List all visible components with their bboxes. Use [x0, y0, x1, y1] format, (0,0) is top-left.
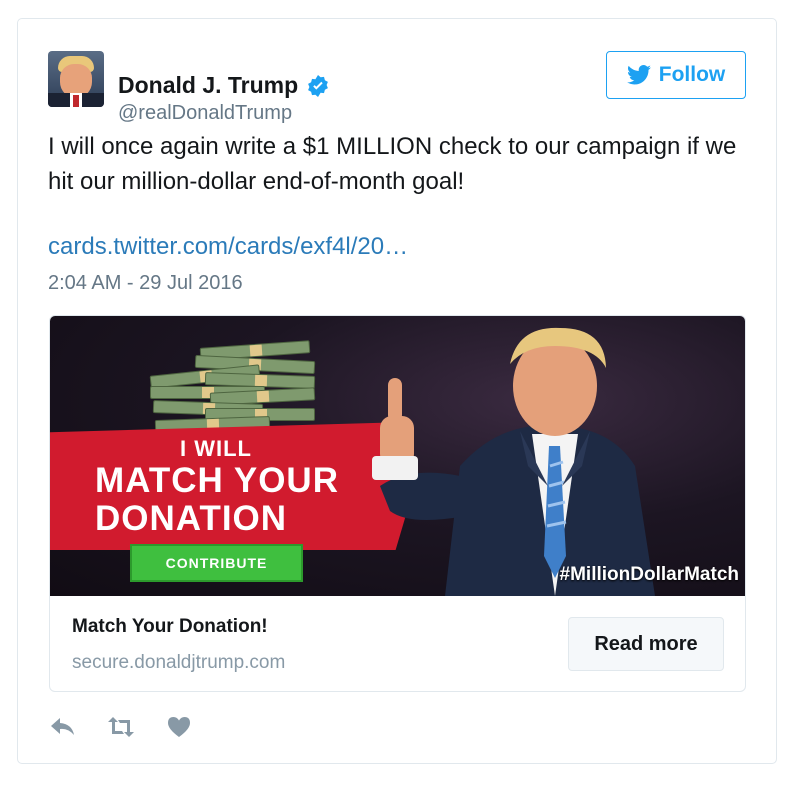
retweet-icon [108, 717, 134, 737]
read-more-button[interactable]: Read more [568, 617, 724, 671]
contribute-button[interactable]: CONTRIBUTE [130, 544, 303, 582]
hashtag-text: #MillionDollarMatch [559, 564, 739, 585]
reply-button[interactable] [48, 712, 78, 742]
twitter-bird-icon [626, 65, 651, 85]
banner-line-1: I WILL [180, 436, 252, 461]
verified-badge-icon [306, 74, 330, 98]
banner-line-2: MATCH YOUR [95, 461, 339, 500]
follow-label: Follow [658, 63, 726, 86]
reply-icon [51, 718, 74, 735]
tweet-actions [48, 712, 222, 742]
like-button[interactable] [164, 712, 194, 742]
avatar-tie [73, 95, 79, 107]
money-stack-icon [145, 338, 320, 438]
author-row: Donald J. Trump [118, 72, 330, 99]
retweet-button[interactable] [106, 712, 136, 742]
follow-button[interactable]: Follow [606, 51, 746, 99]
like-icon [168, 717, 190, 737]
tweet-card: Donald J. Trump @realDonaldTrump Follow … [17, 18, 777, 764]
link-card[interactable]: I WILL MATCH YOUR DONATION CONTRIBUTE #M… [49, 315, 746, 692]
person-thumbs-up-image [372, 327, 655, 596]
tweet-text: I will once again write a $1 MILLION che… [48, 133, 737, 195]
author-handle[interactable]: @realDonaldTrump [118, 102, 292, 125]
author-name[interactable]: Donald J. Trump [118, 72, 298, 99]
tweet-timestamp[interactable]: 2:04 AM - 29 Jul 2016 [48, 272, 243, 295]
card-domain: secure.donaldjtrump.com [72, 652, 286, 673]
card-title[interactable]: Match Your Donation! [72, 616, 268, 638]
banner-line-3: DONATION [95, 499, 288, 538]
card-image[interactable]: I WILL MATCH YOUR DONATION CONTRIBUTE #M… [50, 316, 745, 596]
tweet-link[interactable]: cards.twitter.com/cards/exf4l/20… [48, 233, 408, 261]
avatar[interactable] [48, 51, 104, 107]
